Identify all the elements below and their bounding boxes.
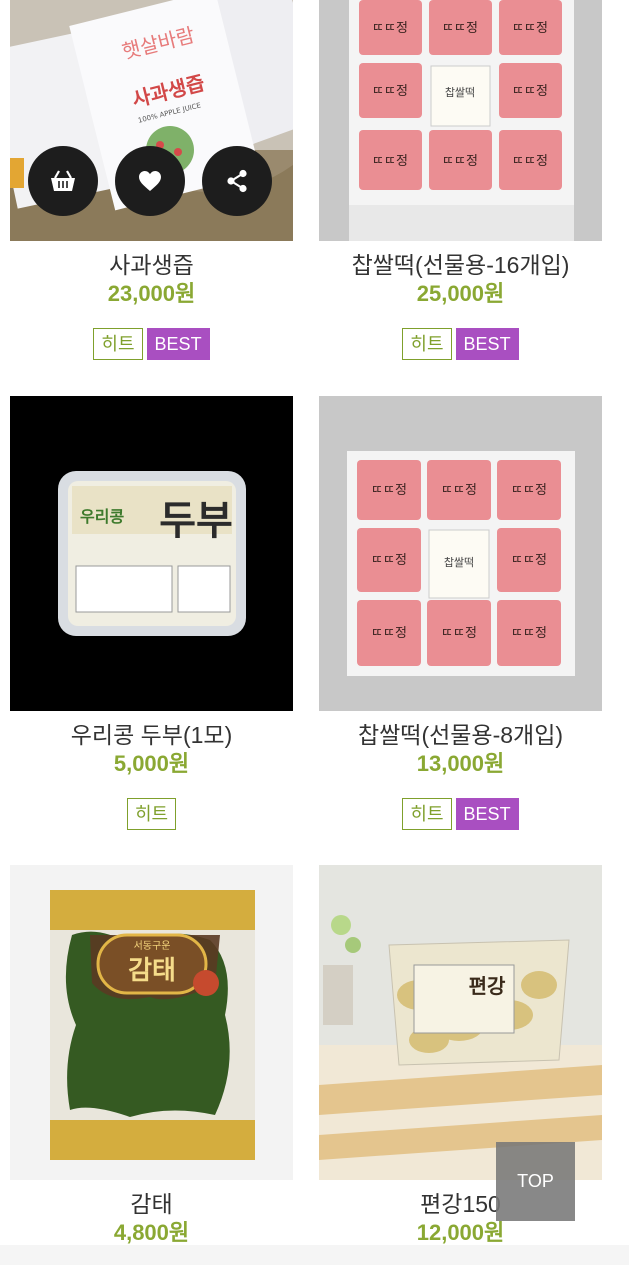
- product-name[interactable]: 찹쌀떡(선물용-8개입): [319, 721, 602, 749]
- heart-icon: [139, 171, 161, 191]
- rice-cake-box-image: 찹쌀떡 ㄸㄸ정 ㄸㄸ정 ㄸㄸ정 ㄸㄸ정 ㄸㄸ정 ㄸㄸ정 ㄸㄸ정 ㄸㄸ정: [319, 0, 602, 241]
- svg-text:서동구운: 서동구운: [134, 940, 171, 952]
- svg-text:ㄸㄸ정: ㄸㄸ정: [372, 154, 408, 169]
- product-name[interactable]: 우리콩 두부(1모): [10, 721, 293, 749]
- product-name[interactable]: 사과생즙: [10, 251, 293, 279]
- svg-text:ㄸㄸ정: ㄸㄸ정: [442, 154, 478, 169]
- badge-group: 히트 BEST: [10, 328, 293, 360]
- product-price: 5,000원: [113, 751, 190, 776]
- wishlist-button[interactable]: [115, 146, 185, 216]
- product-card[interactable]: 우리콩 두부 우리콩 두부(1모) 5,000원 히트: [10, 396, 293, 830]
- product-image[interactable]: 우리콩 두부: [10, 396, 293, 711]
- product-image[interactable]: 찹쌀떡 ㄸㄸ정 ㄸㄸ정 ㄸㄸ정 ㄸㄸ정 ㄸㄸ정 ㄸㄸ정 ㄸㄸ정 ㄸㄸ정: [319, 0, 602, 241]
- svg-text:ㄸㄸ정: ㄸㄸ정: [441, 626, 477, 641]
- product-name[interactable]: 찹쌀떡(선물용-16개입): [319, 251, 602, 279]
- product-card[interactable]: 서동구운 감태 감태 4,800원: [10, 865, 293, 1247]
- hit-badge: 히트: [93, 328, 143, 360]
- product-grid: 햇살바람 사과생즙 100% APPLE JUICE 사과생즙 23,000원 …: [0, 0, 629, 1245]
- product-image[interactable]: 편강: [319, 865, 602, 1180]
- svg-text:찹쌀떡: 찹쌀떡: [444, 556, 474, 569]
- svg-text:ㄸㄸ정: ㄸㄸ정: [511, 553, 547, 568]
- product-price: 12,000원: [416, 1220, 505, 1245]
- product-card[interactable]: 햇살바람 사과생즙 100% APPLE JUICE 사과생즙 23,000원 …: [10, 0, 293, 360]
- product-image[interactable]: 찹쌀떡 ㄸㄸ정 ㄸㄸ정 ㄸㄸ정 ㄸㄸ정 ㄸㄸ정 ㄸㄸ정 ㄸㄸ정 ㄸㄸ정: [319, 396, 602, 711]
- rice-cake-box-image: 찹쌀떡 ㄸㄸ정 ㄸㄸ정 ㄸㄸ정 ㄸㄸ정 ㄸㄸ정 ㄸㄸ정 ㄸㄸ정 ㄸㄸ정: [319, 396, 602, 711]
- svg-text:ㄸㄸ정: ㄸㄸ정: [512, 21, 548, 36]
- product-price: 4,800원: [113, 1220, 190, 1245]
- svg-text:편강: 편강: [469, 974, 506, 998]
- share-icon: [227, 169, 247, 193]
- svg-text:찹쌀떡: 찹쌀떡: [445, 86, 475, 99]
- hit-badge: 히트: [126, 798, 177, 830]
- best-badge: BEST: [146, 328, 210, 360]
- best-badge: BEST: [455, 328, 519, 360]
- product-price: 23,000원: [107, 281, 196, 306]
- seaweed-image: 서동구운 감태: [10, 865, 293, 1180]
- share-button[interactable]: [202, 146, 272, 216]
- svg-text:우리콩: 우리콩: [80, 507, 124, 526]
- hit-badge: 히트: [402, 798, 452, 830]
- ginger-candy-image: 편강: [319, 865, 602, 1180]
- svg-text:감태: 감태: [128, 956, 176, 986]
- svg-text:ㄸㄸ정: ㄸㄸ정: [511, 626, 547, 641]
- svg-text:ㄸㄸ정: ㄸㄸ정: [441, 483, 477, 498]
- svg-text:ㄸㄸ정: ㄸㄸ정: [372, 21, 408, 36]
- svg-text:ㄸㄸ정: ㄸㄸ정: [512, 84, 548, 99]
- product-price: 13,000원: [416, 751, 505, 776]
- product-price: 25,000원: [416, 281, 505, 306]
- tofu-image: 우리콩 두부: [10, 396, 293, 711]
- svg-text:ㄸㄸ정: ㄸㄸ정: [371, 626, 407, 641]
- badge-group: 히트 BEST: [319, 798, 602, 830]
- svg-text:ㄸㄸ정: ㄸㄸ정: [442, 21, 478, 36]
- product-card[interactable]: 찹쌀떡 ㄸㄸ정 ㄸㄸ정 ㄸㄸ정 ㄸㄸ정 ㄸㄸ정 ㄸㄸ정 ㄸㄸ정 ㄸㄸ정 찹쌀떡(…: [319, 0, 602, 360]
- svg-text:ㄸㄸ정: ㄸㄸ정: [371, 483, 407, 498]
- svg-text:ㄸㄸ정: ㄸㄸ정: [371, 553, 407, 568]
- badge-group: 히트: [10, 798, 293, 830]
- best-badge: BEST: [455, 798, 519, 830]
- hit-badge: 히트: [402, 328, 452, 360]
- add-to-cart-button[interactable]: [28, 146, 98, 216]
- product-image[interactable]: 서동구운 감태: [10, 865, 293, 1180]
- svg-text:두부: 두부: [159, 498, 233, 544]
- shopping-basket-icon: [51, 170, 75, 191]
- svg-text:ㄸㄸ정: ㄸㄸ정: [372, 84, 408, 99]
- product-image[interactable]: 햇살바람 사과생즙 100% APPLE JUICE: [10, 0, 293, 241]
- svg-text:ㄸㄸ정: ㄸㄸ정: [512, 154, 548, 169]
- product-card[interactable]: 찹쌀떡 ㄸㄸ정 ㄸㄸ정 ㄸㄸ정 ㄸㄸ정 ㄸㄸ정 ㄸㄸ정 ㄸㄸ정 ㄸㄸ정 찹쌀떡(…: [319, 396, 602, 830]
- scroll-to-top-button[interactable]: TOP: [496, 1142, 575, 1221]
- product-name[interactable]: 감태: [10, 1190, 293, 1218]
- badge-group: 히트 BEST: [319, 328, 602, 360]
- svg-text:ㄸㄸ정: ㄸㄸ정: [511, 483, 547, 498]
